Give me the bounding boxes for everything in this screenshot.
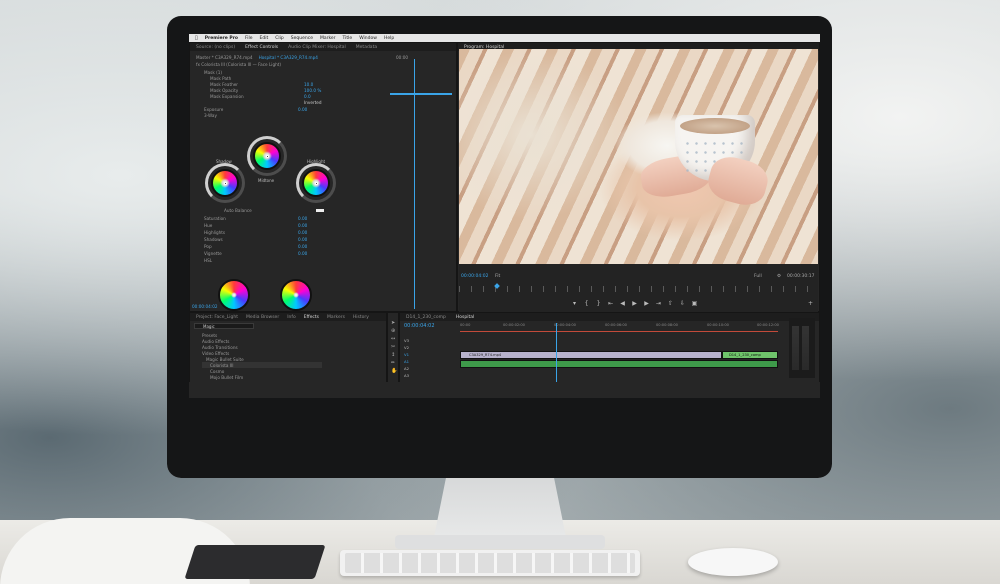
apple-icon[interactable]:  [195,36,198,41]
tab-effects[interactable]: Effects [304,315,319,320]
screen:  Premiere Pro File Edit Clip Sequence M… [189,34,820,398]
menu-file[interactable]: File [245,36,253,41]
clip-header: Master * C3A329_R74.mp4 Hospital * C3A32… [196,54,408,60]
add-marker-icon[interactable]: ▾ [571,300,578,307]
highlight-wheel[interactable] [302,169,330,197]
play-icon[interactable]: ▶ [631,300,638,307]
effect-footer-timecode[interactable]: 00:00:04:02 [192,303,392,309]
auto-balance-row[interactable]: Auto Balance [224,207,424,213]
mark-out-icon[interactable]: } [595,300,602,307]
tab-markers[interactable]: Markers [327,315,345,320]
tab-media-browser[interactable]: Media Browser [246,315,279,320]
menu-bar:  Premiere Pro File Edit Clip Sequence M… [189,34,820,42]
tool-icons[interactable]: ➤ ⊕ ↔ ✂ ↕ ✏ ✋ [391,319,397,375]
midtone-wheel[interactable] [253,142,281,170]
notebook [184,545,326,579]
timeline-panel: D14_1_230_comp Hospital 00:00:04:02 00:0… [399,312,820,392]
program-transport: 00:00:04:02 Fit Full ⚙ 00:00:30:17 ▾ { }… [459,264,818,312]
program-duration: 00:00:30:17 [787,274,815,279]
audio-clip[interactable] [460,360,778,368]
effect-panel-tabs: Source: (no clips) Effect Controls Audio… [190,43,456,51]
tab-audio-clip-mixer[interactable]: Audio Clip Mixer: Hospital [288,45,346,50]
tools-panel: ➤ ⊕ ↔ ✂ ↕ ✏ ✋ [387,312,399,392]
effects-panel: Project: Face_Light Media Browser Info E… [189,312,387,392]
effect-clip-bar[interactable] [390,93,452,95]
status-bar [189,382,820,398]
video-clip[interactable]: D14_1_230_comp [722,351,778,359]
effect-name: Colorista III (Colorista III — Face Ligh… [201,61,282,67]
camera-icon[interactable]: ▣ [691,300,698,307]
midtone-label: Midtone [258,178,275,183]
auto-balance-swatch[interactable] [316,208,324,212]
effects-search-input[interactable]: Magic [194,323,254,329]
program-timecode[interactable]: 00:00:04:02 [461,274,488,279]
adjust-row[interactable]: Hue 0.00 [204,222,404,228]
sequence-label[interactable]: Hospital * C3A329_R74.mp4 [259,55,318,60]
app-name[interactable]: Premiere Pro [205,36,238,41]
project-tabs: Project: Face_Light Media Browser Info E… [190,313,386,321]
menu-sequence[interactable]: Sequence [291,36,313,41]
timeline-tabs: D14_1_230_comp Hospital [400,313,819,321]
menu-clip[interactable]: Clip [275,36,284,41]
adjust-row[interactable]: Highlights 0.00 [204,229,404,235]
timeline-timecode[interactable]: 00:00:04:02 [404,323,435,329]
menu-marker[interactable]: Marker [320,36,336,41]
menu-edit[interactable]: Edit [260,36,269,41]
param-row[interactable]: 3-Way [204,112,404,118]
quality-dropdown[interactable]: Full [754,274,762,279]
step-forward-icon[interactable]: ▶ [643,300,650,307]
menu-window[interactable]: Window [359,36,377,41]
timeline-playhead[interactable] [556,323,557,391]
audio-meter [789,318,815,378]
adjust-row[interactable]: HSL [204,257,404,263]
program-video-frame[interactable] [459,49,818,264]
tab-project[interactable]: Project: Face_Light [196,315,238,320]
param-row[interactable]: Inverted [210,99,410,105]
ruler-timecode: 00:00 [396,54,409,60]
track-a1[interactable]: A1 [404,358,409,365]
step-back-icon[interactable]: ◀ [619,300,626,307]
adjust-row[interactable]: Saturation 0.00 [204,215,404,221]
timeline-work-area[interactable] [460,331,778,332]
shadow-wheel[interactable] [211,169,239,197]
master-label[interactable]: Master * C3A329_R74.mp4 [196,55,253,60]
add-button-icon[interactable]: + [807,300,814,307]
tab-history[interactable]: History [353,315,369,320]
menu-help[interactable]: Help [384,36,394,41]
effect-row[interactable]: fx Colorista III (Colorista III — Face L… [196,61,396,67]
track-headers: V3 V2 V1 A1 A2 A3 [404,337,409,379]
adjust-row[interactable]: Vignette 0.00 [204,250,404,256]
tree-item[interactable]: Mojo Bullet Film [202,374,402,380]
tab-sequence-comp[interactable]: D14_1_230_comp [406,315,446,320]
track-a2[interactable]: A2 [404,365,409,372]
mouse [688,548,778,576]
track-v2[interactable]: V2 [404,344,409,351]
go-to-out-icon[interactable]: ⇥ [655,300,662,307]
extract-icon[interactable]: ⇩ [679,300,686,307]
timeline-ruler[interactable]: 00:00 00:00:02:00 00:00:04:00 00:00:06:0… [460,323,779,331]
adjust-row[interactable]: Shadows 0.00 [204,236,404,242]
mark-in-icon[interactable]: { [583,300,590,307]
wrench-icon[interactable]: ⚙ [777,274,781,279]
menu-title[interactable]: Title [343,36,353,41]
track-a3[interactable]: A3 [404,372,409,379]
tab-sequence-hospital[interactable]: Hospital [456,315,474,320]
video-clip[interactable]: C3A329_R74.mp4 [460,351,722,359]
effect-controls-panel: Source: (no clips) Effect Controls Audio… [189,42,457,312]
track-v1[interactable]: V1 [404,351,409,358]
keyboard [340,550,640,576]
fit-dropdown[interactable]: Fit [495,274,500,279]
tab-source[interactable]: Source: (no clips) [196,45,235,50]
effect-playhead[interactable] [414,59,415,309]
program-ruler[interactable] [459,286,818,292]
adjust-row[interactable]: Pop 0.00 [204,243,404,249]
tab-info[interactable]: Info [287,315,296,320]
monitor-stand-base [395,535,605,549]
tab-metadata[interactable]: Metadata [356,45,377,50]
lift-icon[interactable]: ⇧ [667,300,674,307]
tab-effect-controls[interactable]: Effect Controls [245,45,278,50]
track-v3[interactable]: V3 [404,337,409,344]
go-to-in-icon[interactable]: ⇤ [607,300,614,307]
